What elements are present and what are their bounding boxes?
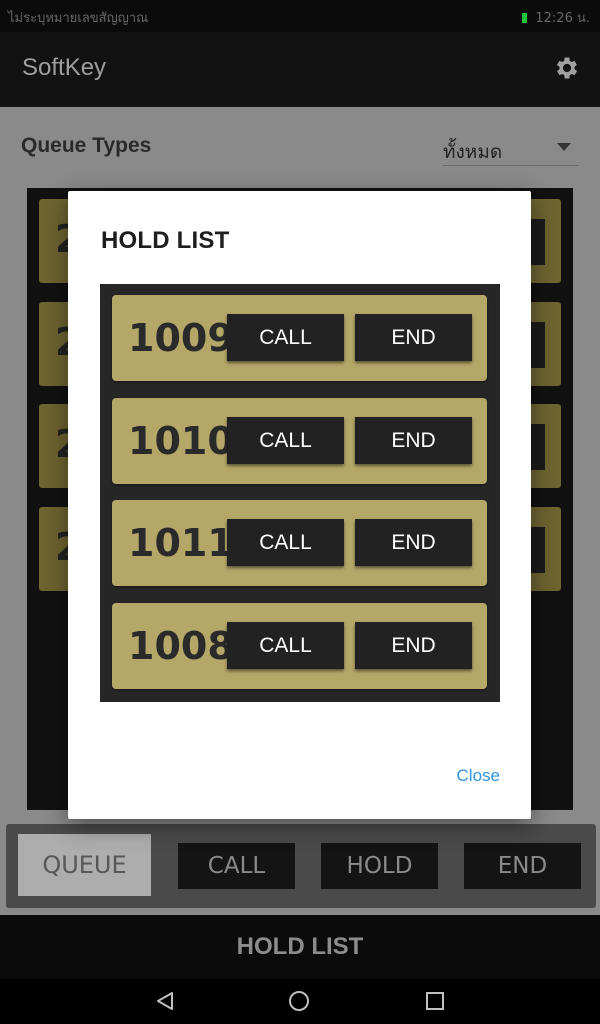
end-button[interactable]: END	[464, 843, 581, 889]
queue-type-select[interactable]: ทั้งหมด	[443, 127, 579, 166]
hold-list: 1009 CALL END 1010 CALL END 1011 CALL EN…	[100, 284, 500, 702]
queue-type-value: ทั้งหมด	[443, 141, 503, 163]
recents-icon[interactable]	[426, 992, 444, 1010]
system-nav-bar	[0, 979, 600, 1024]
clock: 12:26 น.	[535, 11, 590, 26]
hold-number: 1010	[128, 419, 234, 463]
hold-button[interactable]: HOLD	[321, 843, 438, 889]
app-bar: SoftKey	[0, 32, 600, 107]
hold-list-dialog: HOLD LIST 1009 CALL END 1010 CALL END 10…	[68, 191, 531, 819]
call-button[interactable]: CALL	[227, 314, 344, 361]
dialog-title: HOLD LIST	[101, 227, 230, 254]
hold-item: 1011 CALL END	[112, 500, 487, 586]
app-title: SoftKey	[22, 54, 107, 81]
queue-button[interactable]: QUEUE	[18, 834, 151, 896]
hold-item: 1009 CALL END	[112, 295, 487, 381]
chevron-down-icon	[557, 143, 571, 151]
battery-icon	[522, 13, 528, 23]
call-button[interactable]: CALL	[178, 843, 295, 889]
bottom-toolbar: QUEUE CALL HOLD END	[6, 824, 596, 908]
back-icon[interactable]	[155, 991, 175, 1011]
call-button[interactable]: CALL	[227, 519, 344, 566]
end-button[interactable]: END	[355, 622, 472, 669]
hold-number: 1008	[128, 624, 234, 668]
status-bar: ไม่ระบุหมายเลขสัญญาณ 12:26 น.	[0, 0, 600, 32]
hold-item: 1008 CALL END	[112, 603, 487, 689]
home-icon[interactable]	[289, 991, 309, 1011]
hold-list-button[interactable]: HOLD LIST	[0, 915, 600, 979]
call-button[interactable]: CALL	[227, 417, 344, 464]
queue-types-label: Queue Types	[21, 134, 152, 157]
end-button[interactable]: END	[355, 417, 472, 464]
carrier-text: ไม่ระบุหมายเลขสัญญาณ	[8, 11, 149, 26]
gear-icon[interactable]	[553, 54, 581, 82]
hold-item: 1010 CALL END	[112, 398, 487, 484]
close-button[interactable]: Close	[457, 766, 500, 786]
status-icons: 12:26 น.	[518, 7, 590, 28]
end-button[interactable]: END	[355, 314, 472, 361]
call-button[interactable]: CALL	[227, 622, 344, 669]
hold-number: 1009	[128, 316, 234, 360]
end-button[interactable]: END	[355, 519, 472, 566]
hold-number: 1011	[128, 521, 234, 565]
